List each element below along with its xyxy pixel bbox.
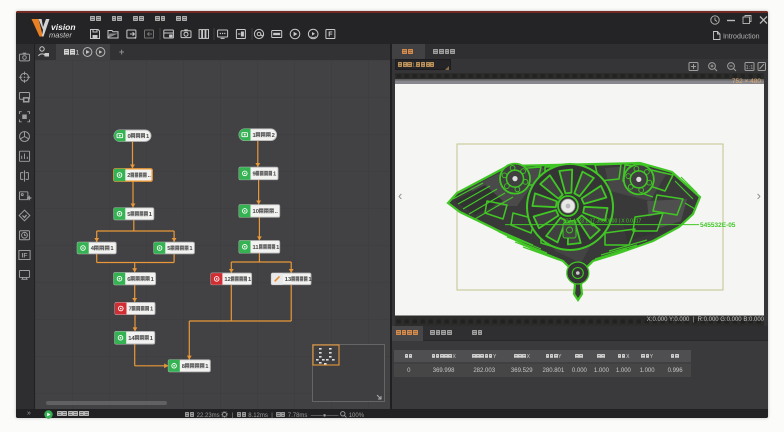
- svg-text:12: 12: [224, 277, 230, 283]
- svg-text:13: 13: [285, 277, 292, 283]
- svg-text:0: 0: [128, 134, 131, 140]
- svg-text:1: 1: [308, 277, 312, 283]
- svg-text:F: F: [328, 32, 333, 39]
- svg-text:11: 11: [253, 245, 260, 251]
- svg-text:10: 10: [253, 209, 259, 215]
- svg-text:IF: IF: [22, 253, 28, 260]
- svg-text:14: 14: [128, 336, 135, 342]
- svg-text:..: ..: [275, 209, 279, 215]
- svg-text:545532E-05: 545532E-05: [700, 222, 736, 229]
- svg-text:337.4023 1 37.350.0000 | X 0.0: 337.4023 1 37.350.0000 | X 0.0317: [563, 219, 642, 225]
- svg-text:2: 2: [127, 173, 130, 179]
- svg-text:..: ..: [148, 173, 152, 179]
- svg-text:2: 2: [272, 133, 275, 139]
- svg-text:1:1: 1:1: [746, 65, 754, 71]
- svg-text:7: 7: [129, 307, 132, 313]
